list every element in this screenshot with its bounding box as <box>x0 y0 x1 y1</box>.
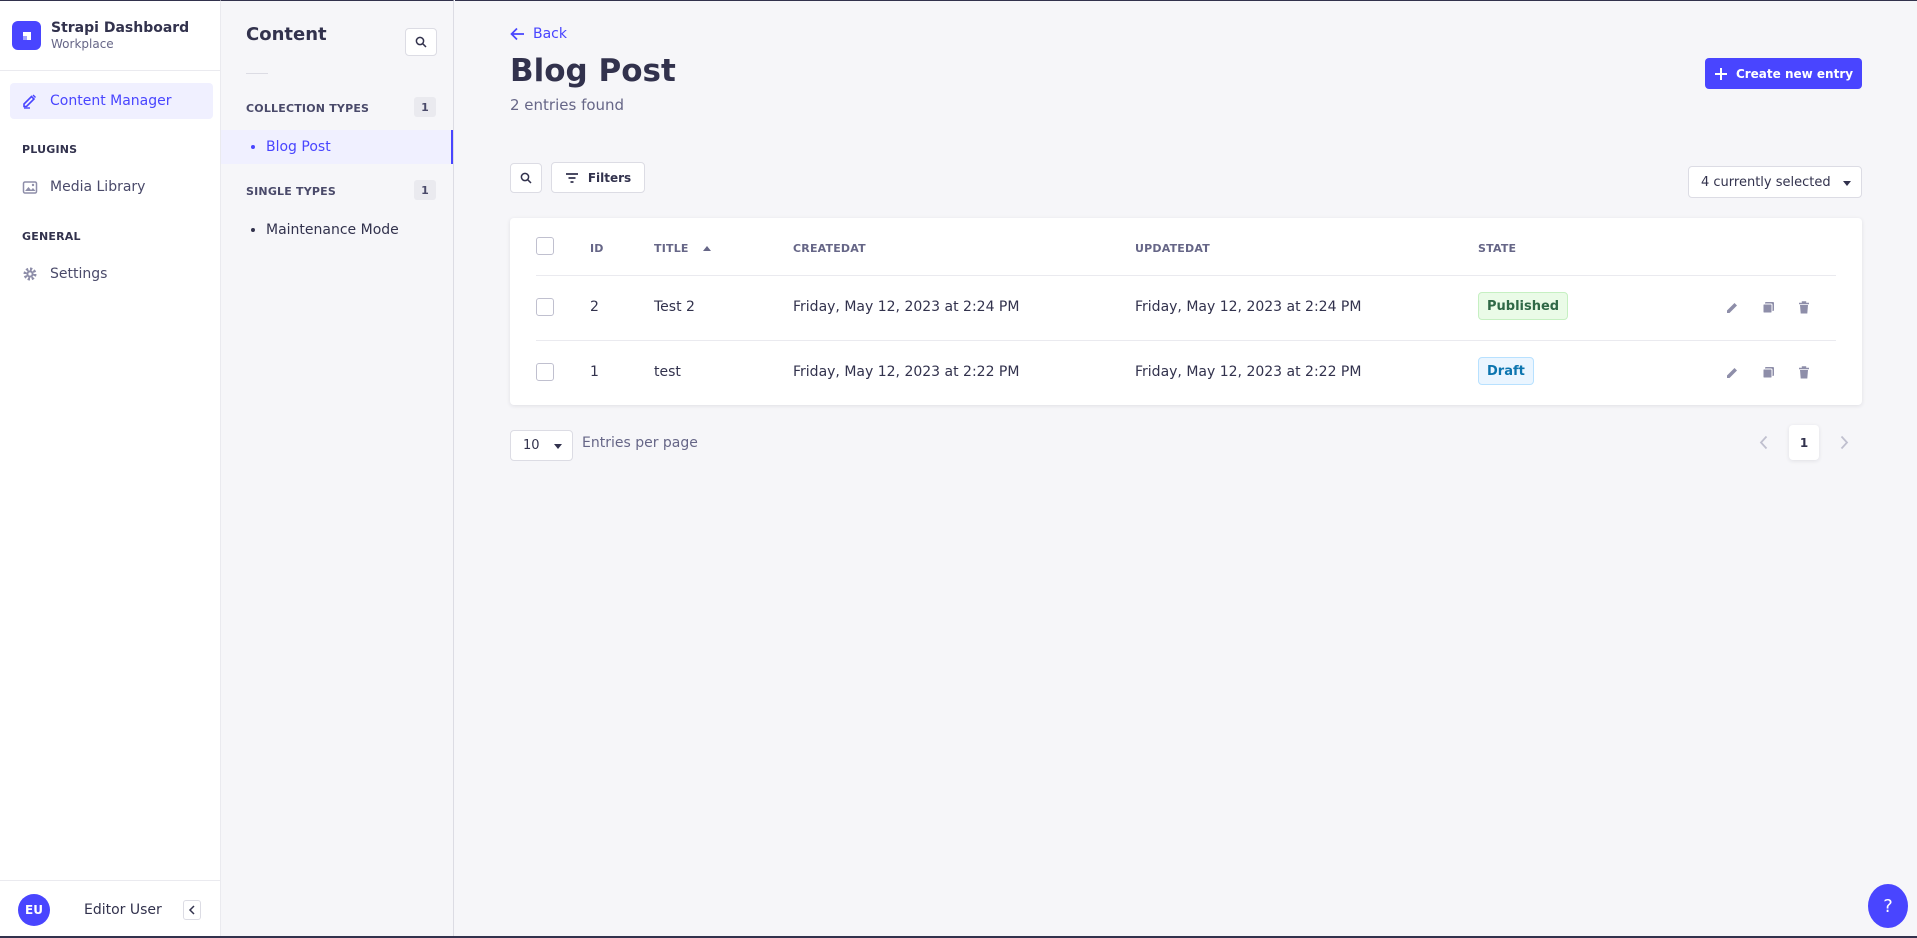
nav-section-general: GENERAL <box>22 230 81 243</box>
page-size-select[interactable]: 10 <box>510 430 573 461</box>
single-types-count: 1 <box>414 180 436 200</box>
previous-page-button[interactable] <box>1755 432 1771 452</box>
image-icon <box>22 181 38 194</box>
next-page-button[interactable] <box>1836 432 1852 452</box>
status-badge: Draft <box>1478 357 1534 385</box>
subnav-item-maintenance-mode[interactable]: Maintenance Mode <box>221 213 453 247</box>
nav-section-plugins: PLUGINS <box>22 143 78 156</box>
row-divider <box>536 275 1836 276</box>
filters-label: Filters <box>587 170 632 185</box>
search-button[interactable] <box>510 163 542 193</box>
collection-types-header: COLLECTION TYPES <box>246 102 370 115</box>
column-header-state[interactable]: STATE <box>1478 241 1516 255</box>
collapse-nav-button[interactable] <box>183 899 201 920</box>
sort-up-icon <box>702 245 711 251</box>
row-checkbox[interactable] <box>536 298 554 316</box>
gear-icon <box>23 267 37 281</box>
subnav-item-label: Blog Post <box>266 139 331 155</box>
bullet <box>251 145 255 149</box>
trash-icon[interactable] <box>1796 299 1812 315</box>
subnav-item-label: Maintenance Mode <box>266 222 399 238</box>
filter-icon <box>565 172 578 183</box>
status-badge: Published <box>1478 292 1569 320</box>
cell-updatedat: Friday, May 12, 2023 at 2:22 PM <box>1135 364 1362 380</box>
divider <box>246 73 268 74</box>
column-header-id[interactable]: ID <box>590 241 604 255</box>
page-size-value: 10 <box>523 438 540 453</box>
cell-createdat: Friday, May 12, 2023 at 2:22 PM <box>793 364 1020 380</box>
displayed-columns-select[interactable]: 4 currently selected <box>1688 166 1862 198</box>
column-header-title-label: TITLE <box>654 241 689 255</box>
chevron-left-icon <box>1759 435 1767 449</box>
cell-id: 2 <box>590 299 599 315</box>
brand-header: Strapi Dashboard Workplace <box>0 1 220 71</box>
edit-icon[interactable] <box>1724 364 1740 380</box>
column-header-title[interactable]: TITLE <box>654 241 711 255</box>
cell-title: test <box>654 364 681 380</box>
trash-icon[interactable] <box>1796 364 1812 380</box>
column-header-updatedat[interactable]: UPDATEDAT <box>1135 241 1210 255</box>
main-navigation: Strapi Dashboard Workplace Content Manag… <box>0 0 221 938</box>
avatar[interactable]: EU <box>18 893 50 926</box>
column-header-createdat[interactable]: CREATEDAT <box>793 241 866 255</box>
cell-updatedat: Friday, May 12, 2023 at 2:24 PM <box>1135 299 1362 315</box>
main-content: Back Blog Post 2 entries found Create ne… <box>455 0 1917 938</box>
content-subnav: Content COLLECTION TYPES 1 Blog Post SIN… <box>221 0 454 938</box>
duplicate-icon[interactable] <box>1760 364 1776 380</box>
edit-icon[interactable] <box>1724 299 1740 315</box>
entries-per-page-label: Entries per page <box>582 435 698 451</box>
back-link[interactable]: Back <box>510 26 567 42</box>
cell-createdat: Friday, May 12, 2023 at 2:24 PM <box>793 299 1020 315</box>
create-new-entry-label: Create new entry <box>1735 66 1854 81</box>
subnav-title: Content <box>246 24 327 45</box>
nav-media-library-label: Media Library <box>50 179 146 195</box>
page-number-button[interactable]: 1 <box>1789 425 1819 460</box>
select-all-checkbox[interactable] <box>536 237 554 255</box>
pencil-icon <box>23 94 36 109</box>
columns-select-value: 4 currently selected <box>1701 174 1831 190</box>
brand-title: Strapi Dashboard <box>51 19 190 36</box>
duplicate-icon[interactable] <box>1760 299 1776 315</box>
nav-content-manager-label: Content Manager <box>50 93 172 109</box>
filters-button[interactable]: Filters <box>551 162 645 193</box>
row-divider <box>536 340 1836 341</box>
entries-count: 2 entries found <box>510 96 625 114</box>
page-title: Blog Post <box>510 53 676 89</box>
cell-id: 1 <box>590 364 599 380</box>
entries-table: ID TITLE CREATEDAT UPDATEDAT STATE 2 Tes… <box>510 218 1862 405</box>
row-checkbox[interactable] <box>536 363 554 381</box>
user-bar: EU Editor User <box>0 880 221 938</box>
back-label: Back <box>533 26 567 42</box>
chevron-left-icon <box>188 904 195 915</box>
brand-text: Strapi Dashboard Workplace <box>51 20 189 52</box>
caret-down-icon <box>554 444 562 449</box>
subnav-item-blog-post[interactable]: Blog Post <box>221 130 453 164</box>
subnav-search-button[interactable] <box>405 28 437 56</box>
plus-icon <box>1714 67 1727 80</box>
nav-media-library[interactable]: Media Library <box>10 169 213 205</box>
search-icon <box>415 36 427 48</box>
nav-content-manager[interactable]: Content Manager <box>10 83 213 119</box>
caret-down-icon <box>1843 181 1851 186</box>
help-button[interactable]: ? <box>1868 884 1908 928</box>
chevron-right-icon <box>1840 435 1848 449</box>
create-new-entry-button[interactable]: Create new entry <box>1705 58 1862 89</box>
collection-types-count: 1 <box>414 97 436 117</box>
nav-settings[interactable]: Settings <box>10 256 213 292</box>
arrow-left-icon <box>510 27 524 41</box>
search-icon <box>520 172 532 184</box>
user-name[interactable]: Editor User <box>84 902 162 918</box>
nav-settings-label: Settings <box>50 266 108 282</box>
cell-title: Test 2 <box>654 299 695 315</box>
brand-subtitle: Workplace <box>51 36 114 51</box>
strapi-logo-icon <box>12 21 41 50</box>
single-types-header: SINGLE TYPES <box>246 185 336 198</box>
bullet <box>251 228 255 232</box>
